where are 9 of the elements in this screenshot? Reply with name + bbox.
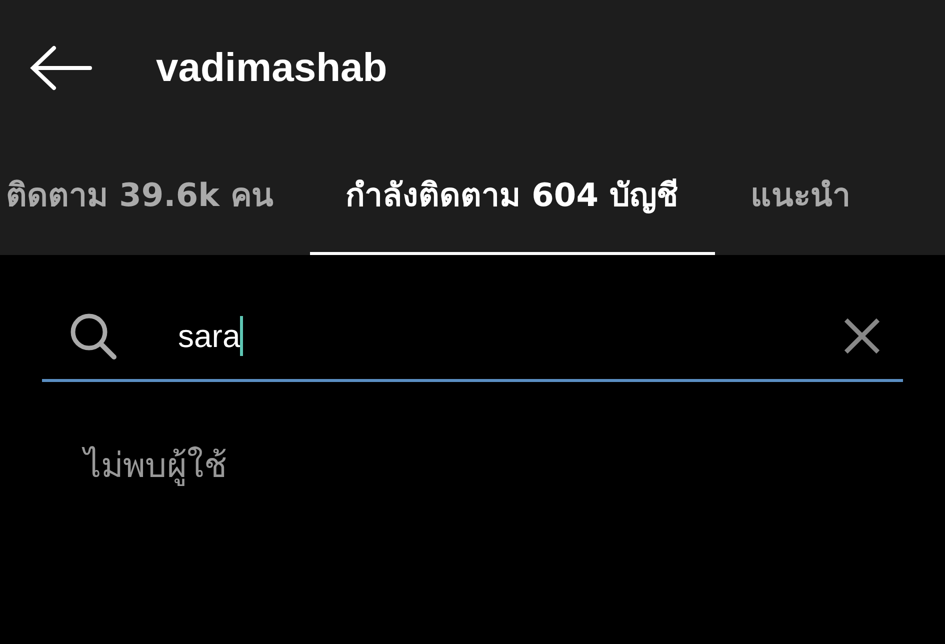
tab[interactable]: ติดตาม 39.6k คน bbox=[0, 136, 310, 255]
tab[interactable]: แนะนำ bbox=[714, 136, 887, 255]
search-field[interactable]: sara bbox=[42, 293, 903, 382]
no-results-message: ไม่พบผู้ใช้ bbox=[0, 382, 945, 492]
clear-icon[interactable] bbox=[843, 317, 881, 355]
back-arrow-icon[interactable] bbox=[30, 45, 92, 91]
search-icon bbox=[68, 312, 118, 360]
tab[interactable]: กำลังติดตาม 604 บัญชี bbox=[310, 136, 715, 255]
username-title: vadimashab bbox=[156, 46, 388, 90]
